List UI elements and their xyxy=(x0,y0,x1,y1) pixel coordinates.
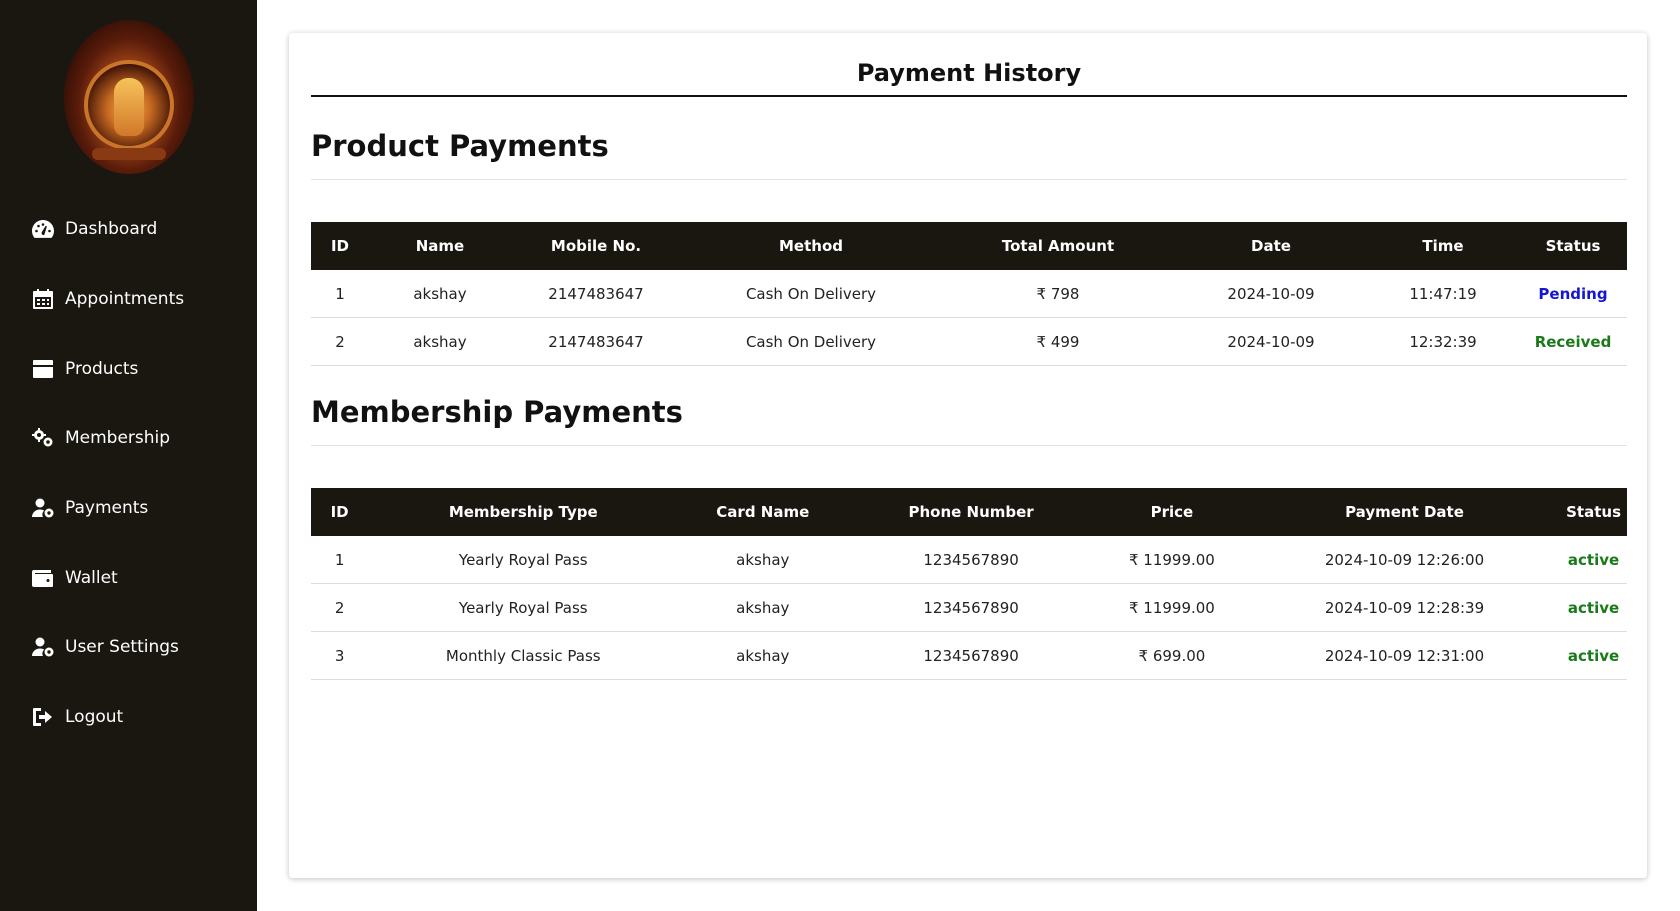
user-gear-icon xyxy=(32,637,54,657)
cell-date: 2024-10-09 xyxy=(1175,317,1367,366)
cell-id: 2 xyxy=(311,583,369,632)
cell-amount: ₹ 798 xyxy=(941,270,1175,318)
sidebar-item-products[interactable]: Products xyxy=(31,354,138,384)
sidebar-item-label: User Settings xyxy=(65,637,179,657)
sidebar-item-label: Dashboard xyxy=(65,219,158,239)
cell-price: ₹ 11999.00 xyxy=(1094,536,1249,584)
status-badge: active xyxy=(1560,631,1627,680)
table-row: 2 Yearly Royal Pass akshay 1234567890 ₹ … xyxy=(311,583,1627,632)
cell-price: ₹ 699.00 xyxy=(1094,631,1249,680)
sidebar-item-dashboard[interactable]: Dashboard xyxy=(31,214,157,244)
membership-payments-table: ID Membership Type Card Name Phone Numbe… xyxy=(311,488,1627,680)
membership-payments-title: Membership Payments xyxy=(311,395,1627,446)
sidebar-item-payments[interactable]: Payments xyxy=(31,493,148,523)
column-header: Membership Type xyxy=(448,503,598,521)
sidebar-item-appointments[interactable]: Appointments xyxy=(31,284,184,314)
cell-type: Yearly Royal Pass xyxy=(368,583,679,632)
gauge-icon xyxy=(32,220,54,238)
sidebar-item-label: Appointments xyxy=(65,289,185,309)
product-payments-title: Product Payments xyxy=(311,129,1627,180)
cell-date: 2024-10-09 xyxy=(1175,270,1367,318)
sidebar-item-label: Products xyxy=(65,359,139,379)
sidebar-item-user-settings[interactable]: User Settings xyxy=(31,632,179,662)
page-title: Payment History xyxy=(311,59,1627,97)
cell-card: akshay xyxy=(678,583,848,632)
column-header: Mobile No. xyxy=(550,237,642,255)
sidebar: Dashboard Appointments Products Membersh… xyxy=(0,0,257,911)
cell-phone: 1234567890 xyxy=(847,583,1095,632)
cell-id: 1 xyxy=(311,536,369,584)
cell-date: 2024-10-09 12:31:00 xyxy=(1248,631,1561,680)
cell-method: Cash On Delivery xyxy=(681,317,941,366)
column-header: ID xyxy=(330,237,350,255)
column-header: Price xyxy=(1150,503,1194,521)
cell-id: 1 xyxy=(311,270,369,318)
table-header-row: ID Name Mobile No. Method Total Amount D… xyxy=(311,222,1627,270)
column-header: Date xyxy=(1251,237,1291,255)
cell-name: akshay xyxy=(369,270,511,318)
sidebar-item-wallet[interactable]: Wallet xyxy=(31,563,118,593)
idol-base xyxy=(92,148,166,160)
wallet-icon xyxy=(32,570,53,587)
column-header: Total Amount xyxy=(1001,237,1115,255)
column-header: Name xyxy=(415,237,465,255)
column-header: ID xyxy=(330,503,349,521)
sidebar-item-label: Wallet xyxy=(65,568,118,588)
cell-type: Monthly Classic Pass xyxy=(368,631,679,680)
cell-amount: ₹ 499 xyxy=(941,317,1175,366)
cell-card: akshay xyxy=(678,631,848,680)
table-row: 1 Yearly Royal Pass akshay 1234567890 ₹ … xyxy=(311,536,1627,584)
idol-figure xyxy=(114,78,144,136)
cell-date: 2024-10-09 12:26:00 xyxy=(1248,536,1561,584)
column-header: Time xyxy=(1422,237,1464,255)
status-badge: active xyxy=(1560,536,1627,584)
cell-card: akshay xyxy=(678,536,848,584)
sidebar-item-label: Membership xyxy=(65,428,171,448)
column-header: Method xyxy=(779,237,843,255)
sidebar-item-membership[interactable]: Membership xyxy=(31,423,170,453)
cell-id: 3 xyxy=(311,631,369,680)
cell-phone: 1234567890 xyxy=(847,631,1095,680)
table-header-row: ID Membership Type Card Name Phone Numbe… xyxy=(311,488,1627,536)
cell-name: akshay xyxy=(369,317,511,366)
column-header: Payment Date xyxy=(1345,503,1464,521)
logo-image xyxy=(64,20,194,174)
column-header: Card Name xyxy=(716,503,810,521)
cell-type: Yearly Royal Pass xyxy=(368,536,679,584)
sidebar-item-label: Logout xyxy=(65,707,124,727)
sidebar-item-logout[interactable]: Logout xyxy=(31,702,123,732)
sidebar-item-label: Payments xyxy=(65,498,149,518)
table-row: 3 Monthly Classic Pass akshay 1234567890… xyxy=(311,631,1627,680)
gears-icon xyxy=(32,428,53,447)
calendar-icon xyxy=(33,289,53,309)
cell-date: 2024-10-09 12:28:39 xyxy=(1248,583,1561,632)
cell-time: 11:47:19 xyxy=(1367,270,1519,318)
logout-icon xyxy=(33,708,52,726)
cell-price: ₹ 11999.00 xyxy=(1094,583,1249,632)
cell-time: 12:32:39 xyxy=(1367,317,1519,366)
cell-method: Cash On Delivery xyxy=(681,270,941,318)
column-header: Phone Number xyxy=(908,503,1034,521)
box-icon xyxy=(33,360,53,378)
cell-phone: 1234567890 xyxy=(847,536,1095,584)
status-badge: active xyxy=(1560,583,1627,632)
cell-mobile: 2147483647 xyxy=(511,317,681,366)
status-badge: Pending xyxy=(1519,270,1627,318)
table-row: 2 akshay 2147483647 Cash On Delivery ₹ 4… xyxy=(311,317,1627,366)
cell-id: 2 xyxy=(311,317,369,366)
column-header: Status xyxy=(1566,503,1621,521)
payment-history-card: Payment History Product Payments ID Name… xyxy=(289,33,1647,878)
user-gear-icon xyxy=(32,498,54,518)
status-badge: Received xyxy=(1519,317,1627,366)
table-row: 1 akshay 2147483647 Cash On Delivery ₹ 7… xyxy=(311,270,1627,318)
column-header: Status xyxy=(1545,237,1601,255)
product-payments-table: ID Name Mobile No. Method Total Amount D… xyxy=(311,222,1627,366)
cell-mobile: 2147483647 xyxy=(511,270,681,318)
